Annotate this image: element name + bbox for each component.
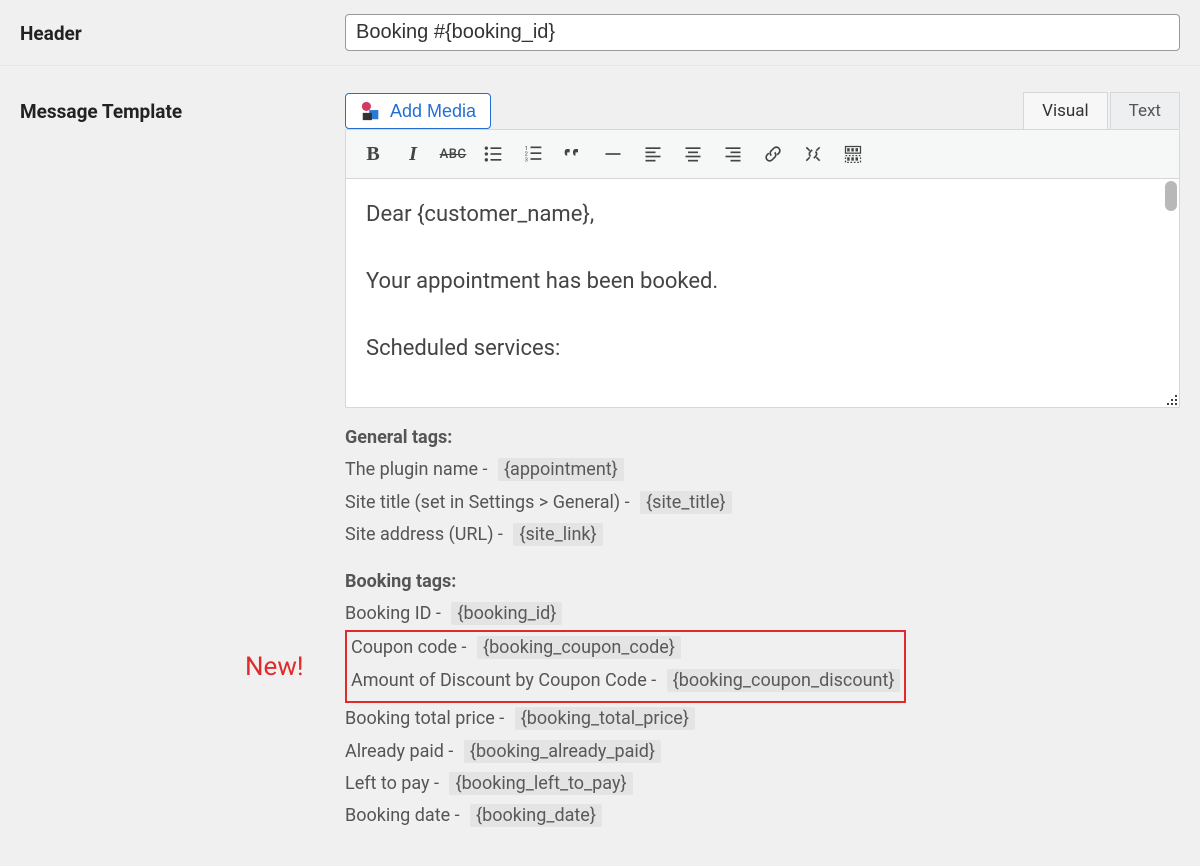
align-center-button[interactable] bbox=[674, 136, 712, 172]
tag-row: Booking date - {booking_date} bbox=[345, 800, 1180, 832]
header-label: Header bbox=[20, 14, 345, 45]
toolbar-toggle-button[interactable] bbox=[834, 136, 872, 172]
unlink-button[interactable] bbox=[794, 136, 832, 172]
editor-toolbar: B I ABC 123 bbox=[346, 130, 1179, 179]
strikethrough-button[interactable]: ABC bbox=[434, 136, 472, 172]
numbered-list-icon: 123 bbox=[523, 144, 543, 164]
tag-row: The plugin name - {appointment} bbox=[345, 454, 1180, 486]
add-media-label: Add Media bbox=[390, 101, 476, 122]
new-callout-label: New! bbox=[245, 644, 304, 691]
hr-button[interactable] bbox=[594, 136, 632, 172]
tag-chip: {booking_left_to_pay} bbox=[449, 772, 632, 795]
resize-grip-icon[interactable] bbox=[1162, 390, 1178, 406]
tag-row: Site address (URL) - {site_link} bbox=[345, 519, 1180, 551]
tag-chip: {site_link} bbox=[513, 523, 602, 546]
message-template-row: Message Template Add Media Visual Text B… bbox=[0, 66, 1200, 861]
tag-rows-general: The plugin name - {appointment} Site tit… bbox=[345, 454, 1180, 551]
booking-tags-group: Booking tags: Booking ID - {booking_id} … bbox=[345, 566, 1180, 833]
editor-scrollbar[interactable] bbox=[1165, 181, 1177, 211]
editor-line-2: Your appointment has been booked. bbox=[366, 264, 1159, 299]
general-tags-heading: General tags: bbox=[345, 427, 452, 448]
editor-header: Add Media Visual Text bbox=[345, 92, 1180, 129]
tag-row: Site title (set in Settings > General) -… bbox=[345, 487, 1180, 519]
align-left-icon bbox=[643, 144, 663, 164]
italic-button[interactable]: I bbox=[394, 136, 432, 172]
tag-chip: {booking_already_paid} bbox=[464, 740, 661, 763]
header-row: Header bbox=[0, 0, 1200, 66]
booking-tags-heading: Booking tags: bbox=[345, 571, 456, 592]
tab-text[interactable]: Text bbox=[1110, 92, 1180, 129]
align-center-icon bbox=[683, 144, 703, 164]
new-tags-highlight: Coupon code - {booking_coupon_code} Amou… bbox=[345, 630, 906, 703]
media-icon bbox=[360, 100, 382, 122]
bold-button[interactable]: B bbox=[354, 136, 392, 172]
tag-chip: {booking_coupon_code} bbox=[477, 636, 681, 659]
tag-row: Already paid - {booking_already_paid} bbox=[345, 736, 1180, 768]
tag-row: Coupon code - {booking_coupon_code} bbox=[351, 632, 900, 664]
strikethrough-icon: ABC bbox=[440, 147, 467, 162]
editor-body[interactable]: Dear {customer_name}, Your appointment h… bbox=[346, 179, 1179, 407]
editor-wrap: B I ABC 123 bbox=[345, 129, 1180, 408]
bullet-list-button[interactable] bbox=[474, 136, 512, 172]
general-tags-group: General tags: The plugin name - {appoint… bbox=[345, 422, 1180, 552]
tag-row: Booking ID - {booking_id} bbox=[345, 598, 1180, 630]
tag-chip: {appointment} bbox=[498, 458, 624, 481]
align-right-icon bbox=[723, 144, 743, 164]
unlink-icon bbox=[803, 144, 823, 164]
italic-icon: I bbox=[409, 143, 417, 166]
header-input[interactable] bbox=[345, 14, 1180, 51]
tag-chip: {booking_coupon_discount} bbox=[667, 669, 901, 692]
link-icon bbox=[763, 144, 783, 164]
tag-chip: {site_title} bbox=[640, 491, 731, 514]
bullet-list-icon bbox=[483, 144, 503, 164]
link-button[interactable] bbox=[754, 136, 792, 172]
editor-tabs: Visual Text bbox=[1023, 92, 1180, 129]
editor-line-3: Scheduled services: bbox=[366, 331, 1159, 366]
numbered-list-button[interactable]: 123 bbox=[514, 136, 552, 172]
blockquote-button[interactable] bbox=[554, 136, 592, 172]
tab-visual[interactable]: Visual bbox=[1023, 92, 1107, 129]
align-left-button[interactable] bbox=[634, 136, 672, 172]
message-template-label: Message Template bbox=[20, 92, 345, 123]
tag-row: Amount of Discount by Coupon Code - {boo… bbox=[351, 665, 900, 697]
bold-icon: B bbox=[366, 143, 379, 166]
tag-chip: {booking_total_price} bbox=[515, 707, 695, 730]
tag-row: Left to pay - {booking_left_to_pay} bbox=[345, 768, 1180, 800]
tag-chip: {booking_id} bbox=[451, 602, 562, 625]
blockquote-icon bbox=[563, 144, 583, 164]
svg-text:3: 3 bbox=[525, 158, 528, 164]
hr-icon bbox=[603, 144, 623, 164]
tag-row: Booking total price - {booking_total_pri… bbox=[345, 703, 1180, 735]
editor-line-1: Dear {customer_name}, bbox=[366, 197, 1159, 232]
add-media-button[interactable]: Add Media bbox=[345, 93, 491, 129]
tags-help-region: General tags: The plugin name - {appoint… bbox=[345, 422, 1180, 833]
align-right-button[interactable] bbox=[714, 136, 752, 172]
tag-chip: {booking_date} bbox=[470, 804, 602, 827]
toolbar-toggle-icon bbox=[843, 144, 863, 164]
